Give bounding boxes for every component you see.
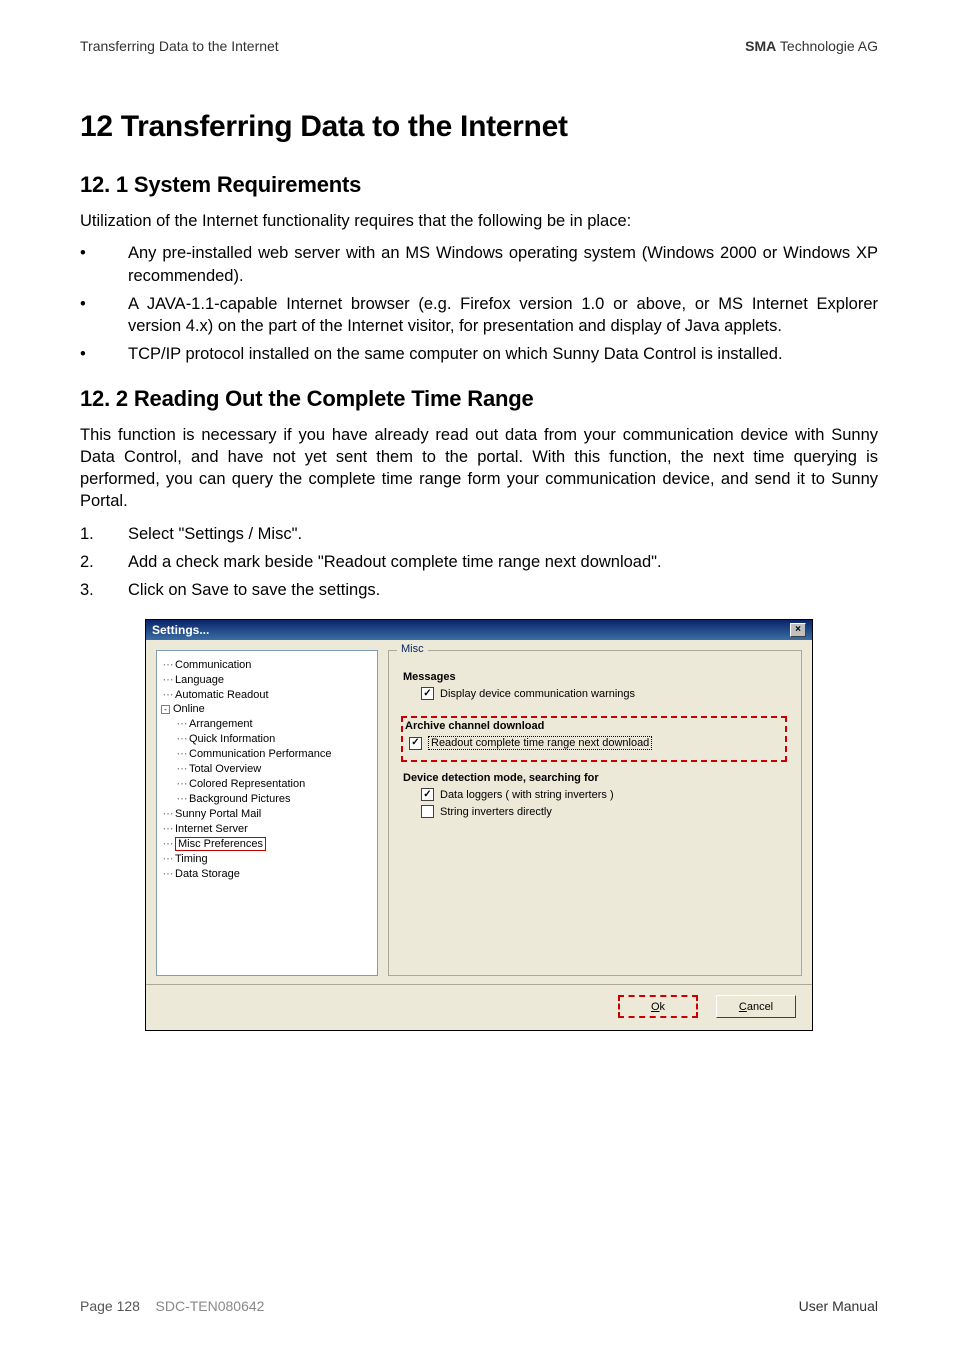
step-text: Click on Save to save the settings. — [128, 579, 878, 601]
section-1-intro: Utilization of the Internet functionalit… — [80, 210, 878, 232]
dialog-titlebar[interactable]: Settings... × — [146, 620, 812, 640]
tree-item-automatic-readout[interactable]: Automatic Readout — [175, 689, 269, 701]
tree-item-data-storage[interactable]: Data Storage — [175, 868, 240, 880]
tree-item-colored-representation[interactable]: Colored Representation — [189, 778, 305, 790]
page-title: 12 Transferring Data to the Internet — [80, 110, 878, 144]
tree-item-background-pictures[interactable]: Background Pictures — [189, 793, 291, 805]
section-1-bullets: •Any pre-installed web server with an MS… — [80, 242, 878, 365]
tree-item-total-overview[interactable]: Total Overview — [189, 763, 261, 775]
display-warnings-checkbox[interactable] — [421, 687, 434, 700]
page-number: Page 128 — [80, 1298, 140, 1314]
tree-item-arrangement[interactable]: Arrangement — [189, 718, 253, 730]
readout-complete-label: Readout complete time range next downloa… — [428, 736, 652, 750]
close-icon[interactable]: × — [790, 623, 806, 637]
dialog-title: Settings... — [152, 623, 209, 637]
archive-heading: Archive channel download — [405, 720, 779, 732]
archive-highlight: Archive channel download Readout complet… — [401, 716, 787, 762]
tree-item-sunny-portal-mail[interactable]: Sunny Portal Mail — [175, 808, 261, 820]
section-1-heading: 12. 1 System Requirements — [80, 172, 878, 198]
misc-groupbox: Misc Messages Display device communicati… — [388, 650, 802, 976]
display-warnings-label: Display device communication warnings — [440, 688, 635, 700]
bullet-text: A JAVA-1.1-capable Internet browser (e.g… — [128, 293, 878, 338]
tree-item-misc-preferences[interactable]: Misc Preferences — [175, 837, 266, 851]
detection-heading: Device detection mode, searching for — [403, 772, 787, 784]
data-loggers-checkbox[interactable] — [421, 788, 434, 801]
tree-item-communication[interactable]: Communication — [175, 659, 251, 671]
tree-item-quick-information[interactable]: Quick Information — [189, 733, 275, 745]
tree-item-communication-performance[interactable]: Communication Performance — [189, 748, 331, 760]
string-inverters-label: String inverters directly — [440, 806, 552, 818]
cancel-button[interactable]: Cancel — [716, 995, 796, 1018]
section-2-intro: This function is necessary if you have a… — [80, 424, 878, 513]
step-text: Select "Settings / Misc". — [128, 523, 878, 545]
header-right: SMA Technologie AG — [745, 38, 878, 54]
bullet-text: TCP/IP protocol installed on the same co… — [128, 343, 878, 365]
section-2-steps: 1.Select "Settings / Misc". 2.Add a chec… — [80, 523, 878, 602]
groupbox-title: Misc — [397, 643, 428, 655]
messages-heading: Messages — [403, 671, 787, 683]
settings-tree[interactable]: ⋯Communication ⋯Language ⋯Automatic Read… — [156, 650, 378, 976]
data-loggers-label: Data loggers ( with string inverters ) — [440, 789, 614, 801]
section-2-heading: 12. 2 Reading Out the Complete Time Rang… — [80, 386, 878, 412]
footer-right: User Manual — [799, 1298, 878, 1314]
tree-collapse-icon[interactable]: - — [161, 705, 170, 714]
readout-complete-checkbox[interactable] — [409, 737, 422, 750]
tree-item-language[interactable]: Language — [175, 674, 224, 686]
settings-dialog: Settings... × ⋯Communication ⋯Language ⋯… — [145, 619, 813, 1031]
tree-item-timing[interactable]: Timing — [175, 853, 208, 865]
doc-id: SDC-TEN080642 — [156, 1298, 265, 1314]
header-left: Transferring Data to the Internet — [80, 38, 279, 54]
ok-button[interactable]: Ok — [618, 995, 698, 1018]
string-inverters-checkbox[interactable] — [421, 805, 434, 818]
tree-item-internet-server[interactable]: Internet Server — [175, 823, 248, 835]
tree-item-online[interactable]: Online — [173, 703, 205, 715]
bullet-text: Any pre-installed web server with an MS … — [128, 242, 878, 287]
step-text: Add a check mark beside "Readout complet… — [128, 551, 878, 573]
